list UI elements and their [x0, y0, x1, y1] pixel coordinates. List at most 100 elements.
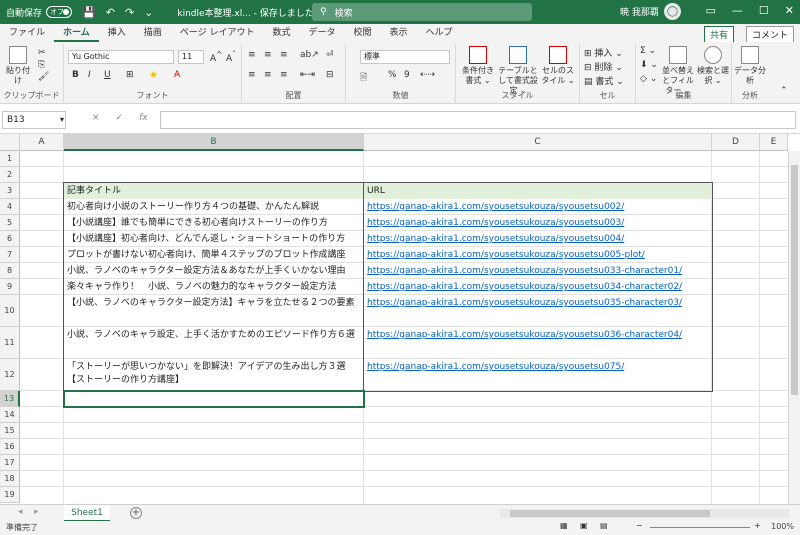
search-box[interactable]: ⚲ 検索	[312, 3, 532, 21]
url-link[interactable]: https://ganap-akira1.com/syousetsukouza/…	[367, 266, 682, 276]
cell-title[interactable]: 「ストーリーが思いつかない」を即解決！アイデアの生み出し方３選【ストーリーの作り…	[64, 359, 364, 391]
normal-view-icon[interactable]: ▦	[560, 521, 568, 530]
font-color-icon[interactable]: A	[174, 70, 180, 80]
insert-function-icon[interactable]: fx	[139, 113, 148, 123]
row-header[interactable]: 19	[0, 487, 20, 503]
cell-title[interactable]: プロットが書けない初心者向け、簡単４ステップのプロット作成講座	[64, 247, 364, 263]
row-header[interactable]: 12	[0, 359, 20, 391]
customize-qat-icon[interactable]: ⌄	[144, 6, 153, 19]
column-header-e[interactable]: E	[760, 134, 788, 151]
row-header[interactable]: 4	[0, 199, 20, 215]
column-header-d[interactable]: D	[712, 134, 760, 151]
minimize-icon[interactable]: —	[732, 4, 743, 17]
bold-button[interactable]: B	[72, 70, 79, 80]
page-layout-view-icon[interactable]: ▣	[580, 521, 588, 530]
data-analysis-button[interactable]: データ分析	[734, 46, 766, 86]
zoom-in-icon[interactable]: +	[754, 521, 761, 530]
cell-url[interactable]: https://ganap-akira1.com/syousetsukouza/…	[364, 199, 712, 215]
font-name-select[interactable]: Yu Gothic	[68, 50, 174, 64]
paste-button[interactable]: 貼り付け	[4, 46, 32, 86]
tab-review[interactable]: 校閲	[345, 24, 381, 42]
enter-icon[interactable]: ✓	[116, 113, 124, 123]
currency-icon[interactable]: 🗎	[360, 70, 367, 86]
tab-insert[interactable]: 挿入	[99, 24, 135, 42]
row-header[interactable]: 11	[0, 327, 20, 359]
avatar[interactable]: ◯	[664, 3, 681, 20]
worksheet-grid[interactable]: A B C D E 1 2 3 4 5 6 7 8 9 10 11 12 13 …	[0, 134, 788, 504]
horizontal-scrollbar[interactable]	[500, 509, 790, 518]
column-header-c[interactable]: C	[364, 134, 712, 151]
clear-icon[interactable]: ◇ ⌄	[640, 74, 657, 84]
insert-cells-button[interactable]: ⊞ 挿入 ⌄	[584, 46, 623, 59]
cell-title[interactable]: 初心者向け小説のストーリー作り方４つの基礎、かんたん解説	[64, 199, 364, 215]
cell-url[interactable]: https://ganap-akira1.com/syousetsukouza/…	[364, 279, 712, 295]
cell-title[interactable]: 【小説講座】誰でも簡単にできる初心者向けストーリーの作り方	[64, 215, 364, 231]
cell-url[interactable]: https://ganap-akira1.com/syousetsukouza/…	[364, 295, 712, 327]
prev-sheet-icon[interactable]: ◂	[18, 507, 23, 517]
cell-title[interactable]: 小説、ラノベのキャラ設定、上手く活かすためのエピソード作り方６選	[64, 327, 364, 359]
undo-icon[interactable]: ↶	[106, 6, 115, 19]
format-painter-icon[interactable]: 🖌	[38, 72, 49, 82]
redo-icon[interactable]: ↷	[125, 6, 134, 19]
row-header[interactable]: 13	[0, 391, 20, 407]
url-link[interactable]: https://ganap-akira1.com/syousetsukouza/…	[367, 362, 624, 372]
row-header[interactable]: 2	[0, 167, 20, 183]
select-all-corner[interactable]	[0, 134, 20, 151]
cell-title[interactable]: 【小説講座】初心者向け、どんでん返し・ショートショートの作り方	[64, 231, 364, 247]
url-link[interactable]: https://ganap-akira1.com/syousetsukouza/…	[367, 250, 645, 260]
horizontal-scroll-thumb[interactable]	[510, 510, 710, 517]
fill-color-icon[interactable]: ◈	[150, 70, 157, 80]
font-grow-icon[interactable]: A^	[210, 50, 222, 64]
formula-input[interactable]	[160, 111, 796, 129]
column-header-a[interactable]: A	[20, 134, 64, 151]
align-right-icon[interactable]: ≡	[280, 70, 288, 80]
orientation-icon[interactable]: ab↗	[300, 50, 319, 60]
number-format-select[interactable]: 標準	[360, 50, 450, 64]
add-sheet-icon[interactable]: +	[130, 507, 142, 519]
zoom-level[interactable]: 100%	[771, 522, 794, 531]
cell-url[interactable]: https://ganap-akira1.com/syousetsukouza/…	[364, 327, 712, 359]
ribbon-display-icon[interactable]: ▭	[706, 4, 716, 17]
row-header[interactable]: 17	[0, 455, 20, 471]
row-header[interactable]: 15	[0, 423, 20, 439]
zoom-out-icon[interactable]: −	[636, 521, 643, 530]
cell-styles-button[interactable]: セルのスタイル ⌄	[540, 46, 576, 86]
delete-cells-button[interactable]: ⊟ 削除 ⌄	[584, 60, 623, 73]
collapse-ribbon-icon[interactable]: ⌃	[780, 86, 788, 96]
cell-title[interactable]: 【小説、ラノベのキャラクター設定方法】キャラを立たせる２つの要素	[64, 295, 364, 327]
url-link[interactable]: https://ganap-akira1.com/syousetsukouza/…	[367, 202, 624, 212]
cell-url[interactable]: https://ganap-akira1.com/syousetsukouza/…	[364, 359, 712, 391]
percent-button[interactable]: %	[388, 70, 397, 80]
row-header[interactable]: 18	[0, 471, 20, 487]
maximize-icon[interactable]: ☐	[759, 4, 769, 17]
row-header[interactable]: 1	[0, 151, 20, 167]
sheet-tab-sheet1[interactable]: Sheet1	[64, 505, 110, 522]
font-size-select[interactable]: 11	[178, 50, 204, 64]
align-top-icon[interactable]: ≡	[248, 50, 256, 60]
url-link[interactable]: https://ganap-akira1.com/syousetsukouza/…	[367, 218, 624, 228]
url-link[interactable]: https://ganap-akira1.com/syousetsukouza/…	[367, 330, 682, 340]
align-center-icon[interactable]: ≡	[264, 70, 272, 80]
format-as-table-button[interactable]: テーブルとして書式設定 ⌄	[496, 46, 540, 96]
cell-url[interactable]: https://ganap-akira1.com/syousetsukouza/…	[364, 247, 712, 263]
tab-data[interactable]: データ	[299, 24, 344, 42]
name-box-dropdown-icon[interactable]: ▾	[60, 115, 64, 124]
cancel-icon[interactable]: ×	[92, 113, 100, 123]
tab-help[interactable]: ヘルプ	[417, 24, 462, 42]
cell-title[interactable]: 楽々キャラ作り！ 小説、ラノベの魅力的なキャラクター設定方法	[64, 279, 364, 295]
underline-button[interactable]: U	[104, 70, 111, 80]
align-middle-icon[interactable]: ≡	[264, 50, 272, 60]
row-header[interactable]: 14	[0, 407, 20, 423]
merge-icon[interactable]: ⊟	[326, 70, 334, 80]
align-bottom-icon[interactable]: ≡	[280, 50, 288, 60]
font-shrink-icon[interactable]: Aˇ	[226, 50, 236, 64]
url-link[interactable]: https://ganap-akira1.com/syousetsukouza/…	[367, 234, 624, 244]
fill-icon[interactable]: ⬇ ⌄	[640, 60, 658, 70]
row-header[interactable]: 9	[0, 279, 20, 295]
cell-url[interactable]: https://ganap-akira1.com/syousetsukouza/…	[364, 231, 712, 247]
url-link[interactable]: https://ganap-akira1.com/syousetsukouza/…	[367, 282, 682, 292]
autosave-toggle[interactable]: オフ	[46, 6, 73, 18]
tab-draw[interactable]: 描画	[135, 24, 171, 42]
page-break-view-icon[interactable]: ▤	[600, 521, 608, 530]
conditional-format-button[interactable]: 条件付き書式 ⌄	[460, 46, 496, 86]
